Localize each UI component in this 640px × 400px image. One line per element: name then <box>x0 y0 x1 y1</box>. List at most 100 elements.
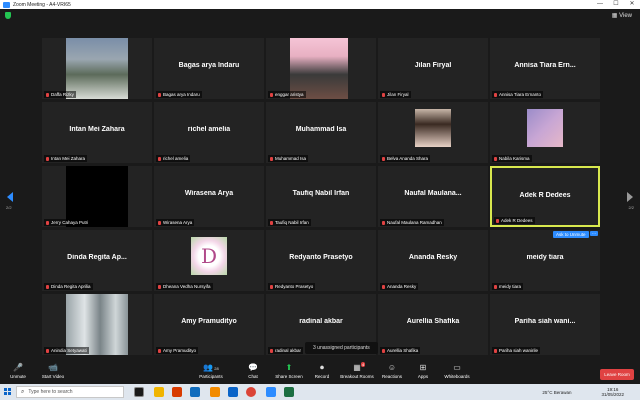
record-icon: ⏺ <box>320 363 324 372</box>
windows-taskbar: ⌕ Type here to search 25°C Berawan 19:16… <box>0 384 640 400</box>
excel-icon[interactable] <box>284 387 294 397</box>
participant-tile[interactable]: Jerry Cahaya Putri <box>42 166 152 227</box>
participant-display-name: Dinda Regita Ap... <box>67 254 127 261</box>
participant-name-label: Intan Mei Zahara <box>44 155 88 162</box>
participant-name-label: Wirasena Arya <box>156 219 195 226</box>
start-video-button[interactable]: 📹 Start Video <box>33 362 73 379</box>
system-tray: 25°C Berawan 19:16 31/05/2022 <box>542 386 636 398</box>
chrome-icon[interactable] <box>246 387 256 397</box>
record-button[interactable]: ⏺ Record <box>302 362 342 379</box>
participant-name-label: Dinda Regita Aprilia <box>44 283 93 290</box>
participant-grid: Daffa Rizky Bagas arya Indaru Bagas arya I… <box>42 38 600 356</box>
participant-tile[interactable]: Aurellia Shafika Aurellia Shafika <box>378 294 488 355</box>
participant-tile[interactable]: Naufal Maulana... Naufal Maulana Ramadhan <box>378 166 488 227</box>
windows-start-icon[interactable] <box>4 388 12 396</box>
search-icon: ⌕ <box>21 388 25 395</box>
participant-tile[interactable]: Nabila Karisma <box>490 102 600 163</box>
participant-video <box>527 109 563 147</box>
muted-mic-icon <box>382 220 385 225</box>
muted-mic-icon <box>46 284 49 289</box>
muted-mic-icon <box>158 348 161 353</box>
participant-video <box>290 38 348 99</box>
participants-button[interactable]: 👥28 Participants <box>191 362 231 379</box>
muted-mic-icon <box>158 92 161 97</box>
next-page-arrow-icon[interactable] <box>627 192 633 202</box>
muted-mic-icon <box>494 348 497 353</box>
participant-name-label: Daffa Rizky <box>44 91 76 98</box>
participant-name-label: Anindia Setyawati <box>44 347 89 354</box>
muted-mic-icon <box>270 92 273 97</box>
participant-display-name: Redyanto Prasetyo <box>289 254 353 261</box>
participant-name-label: Adek R Dedees <box>494 217 535 224</box>
participant-name-label: meidy tiara <box>492 283 524 290</box>
task-view-icon[interactable] <box>134 387 144 397</box>
zoom-logo-icon <box>3 1 10 8</box>
security-shield-icon[interactable] <box>5 12 11 19</box>
edge-icon[interactable] <box>190 387 200 397</box>
participant-tile[interactable]: Dinda Regita Ap... Dinda Regita Aprilia <box>42 230 152 291</box>
participant-tile[interactable]: Intan Mei Zahara Intan Mei Zahara <box>42 102 152 163</box>
file-explorer-icon[interactable] <box>154 387 164 397</box>
participant-display-name: Jilan Firyal <box>414 62 452 69</box>
zoom-taskbar-icon[interactable] <box>266 387 276 397</box>
participant-display-name: richel amelia <box>187 126 231 133</box>
participant-tile[interactable]: meidy tiara meidy tiara <box>490 230 600 291</box>
participant-tile[interactable]: Daffa Rizky <box>42 38 152 99</box>
mail-icon[interactable] <box>228 387 238 397</box>
meeting-top-bar <box>0 9 640 24</box>
participant-name-label: Muhammad Isa <box>268 155 309 162</box>
participant-tile[interactable]: D Dheana Vedha Nursyifa <box>154 230 264 291</box>
participant-tile[interactable]: Anindia Setyawati <box>42 294 152 355</box>
participant-tile[interactable]: Annisa Tiara Ern... Annisa Tiara Ernanto <box>490 38 600 99</box>
participant-tile[interactable]: Muhammad Isa Muhammad Isa <box>266 102 376 163</box>
participant-display-name: Bagas arya Indaru <box>178 62 240 69</box>
close-button[interactable]: ✕ <box>624 0 640 9</box>
participant-more-button[interactable]: ··· <box>590 231 598 236</box>
chat-icon: 💬 <box>248 363 258 372</box>
office-icon[interactable] <box>172 387 182 397</box>
muted-mic-icon <box>382 284 385 289</box>
taskbar-clock[interactable]: 19:16 31/05/2022 <box>601 387 624 397</box>
store-icon[interactable] <box>210 387 220 397</box>
participant-tile[interactable]: Pariha siah wani... Pariha siah wanirile <box>490 294 600 355</box>
weather-widget[interactable]: 25°C Berawan <box>542 390 571 395</box>
participant-name-label: Nabila Karisma <box>492 155 532 162</box>
title-bar: Zoom Meeting - A4-VRI65 — ☐ ✕ <box>0 0 640 9</box>
participant-tile[interactable]: Redyanto Prasetyo Redyanto Prasetyo <box>266 230 376 291</box>
leave-room-button[interactable]: Leave Room <box>600 369 634 380</box>
video-off-icon: 📹 <box>48 363 58 372</box>
participant-display-name: Aurellia Shafika <box>406 318 460 325</box>
chat-button[interactable]: 💬 Chat <box>233 362 273 379</box>
participant-tile[interactable]: richel amelia richel amelia <box>154 102 264 163</box>
muted-mic-icon <box>46 348 49 353</box>
whiteboards-button[interactable]: ▭ Whiteboards <box>437 362 477 379</box>
participant-tile[interactable]: Belva Ananda Shara <box>378 102 488 163</box>
muted-mic-icon <box>46 220 49 225</box>
participant-tile[interactable]: Adek R Dedees Adek R Dedees <box>490 166 600 227</box>
participant-tile[interactable]: Amy Pramudityo Amy Pramudityo <box>154 294 264 355</box>
muted-mic-icon <box>158 220 161 225</box>
taskbar-search-input[interactable]: ⌕ Type here to search <box>16 386 124 398</box>
maximize-button[interactable]: ☐ <box>608 0 624 9</box>
breakout-rooms-button[interactable]: ▦ 4 Breakout Rooms <box>337 362 377 379</box>
muted-mic-icon <box>494 284 497 289</box>
minimize-button[interactable]: — <box>592 0 608 9</box>
participant-display-name: Muhammad Isa <box>295 126 347 133</box>
participant-name-label: Redyanto Prasetyo <box>268 283 316 290</box>
page-indicator-right: 2/2 <box>628 205 634 210</box>
participant-tile[interactable]: Wirasena Arya Wirasena Arya <box>154 166 264 227</box>
participant-name-label: enggar aristya <box>268 91 306 98</box>
participant-display-name: Ananda Resky <box>408 254 458 261</box>
participant-tile[interactable]: Jilan Firyal Jilan Firyal <box>378 38 488 99</box>
participant-display-name: Naufal Maulana... <box>404 190 462 197</box>
participant-tile[interactable]: Taufiq Nabil Irfan Taufiq Nabil Irfan <box>266 166 376 227</box>
ask-to-unmute-button[interactable]: Ask to Unmute <box>553 231 589 238</box>
whiteboard-icon: ▭ <box>453 363 461 372</box>
previous-page-arrow-icon[interactable] <box>7 192 13 202</box>
muted-mic-icon <box>158 284 161 289</box>
view-grid-icon[interactable]: ▦ View <box>612 12 632 19</box>
participant-tile[interactable]: Bagas arya Indaru Bagas arya Indaru <box>154 38 264 99</box>
participant-video <box>66 166 128 227</box>
participant-tile[interactable]: enggar aristya <box>266 38 376 99</box>
participant-tile[interactable]: Ananda Resky Ananda Resky <box>378 230 488 291</box>
